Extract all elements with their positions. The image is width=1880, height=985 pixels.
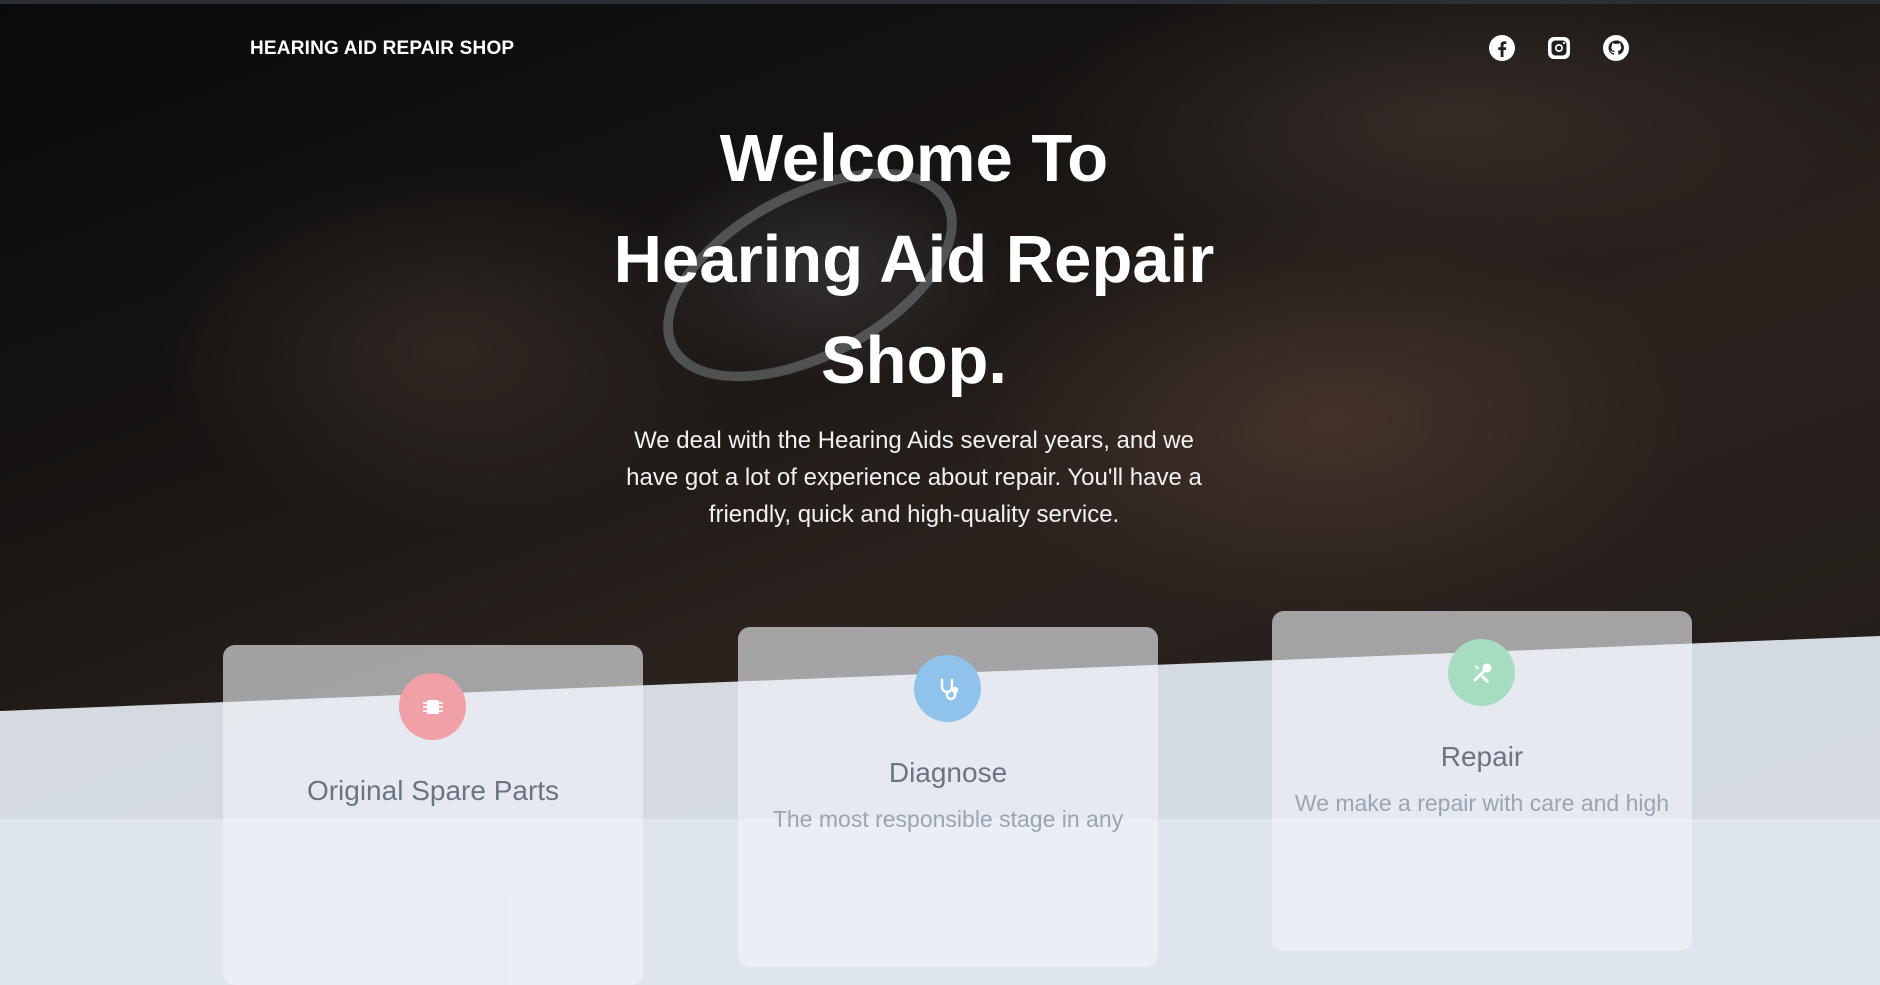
- feature-card-spare-parts[interactable]: Original Spare Parts: [223, 645, 643, 985]
- hero-description-line: friendly, quick and high-quality service…: [708, 501, 1120, 528]
- card-title: Diagnose: [888, 757, 1008, 788]
- hero-description: We deal with the Hearing Aids several ye…: [604, 422, 1224, 533]
- card-title: Original Spare Parts: [306, 775, 560, 806]
- card-title: Repair: [1440, 741, 1524, 772]
- github-icon[interactable]: [1602, 34, 1630, 62]
- window-top-border: [0, 0, 1880, 4]
- hero-title-line: Welcome To: [719, 121, 1109, 196]
- card-text: We make a repair with care and high: [1294, 790, 1670, 816]
- instagram-icon[interactable]: [1545, 34, 1573, 62]
- facebook-icon[interactable]: [1488, 34, 1516, 62]
- hero-description-line: have got a lot of experience about repai…: [626, 464, 1202, 491]
- hero-title-line: Hearing Aid Repair: [613, 222, 1215, 297]
- site-brand[interactable]: HEARING AID REPAIR SHOP: [250, 38, 514, 60]
- hero-title-line: Shop.: [820, 323, 1008, 398]
- tools-icon: [1448, 639, 1515, 706]
- hero-title: Welcome To Hearing Aid Repair Shop.: [0, 108, 1828, 411]
- feature-card-diagnose[interactable]: Diagnose The most responsible stage in a…: [738, 627, 1158, 967]
- chip-icon: [399, 673, 466, 740]
- card-text: The most responsible stage in any: [772, 806, 1124, 832]
- hero-description-line: We deal with the Hearing Aids several ye…: [634, 427, 1194, 454]
- stethoscope-icon: [914, 655, 981, 722]
- feature-card-repair[interactable]: Repair We make a repair with care and hi…: [1272, 611, 1692, 951]
